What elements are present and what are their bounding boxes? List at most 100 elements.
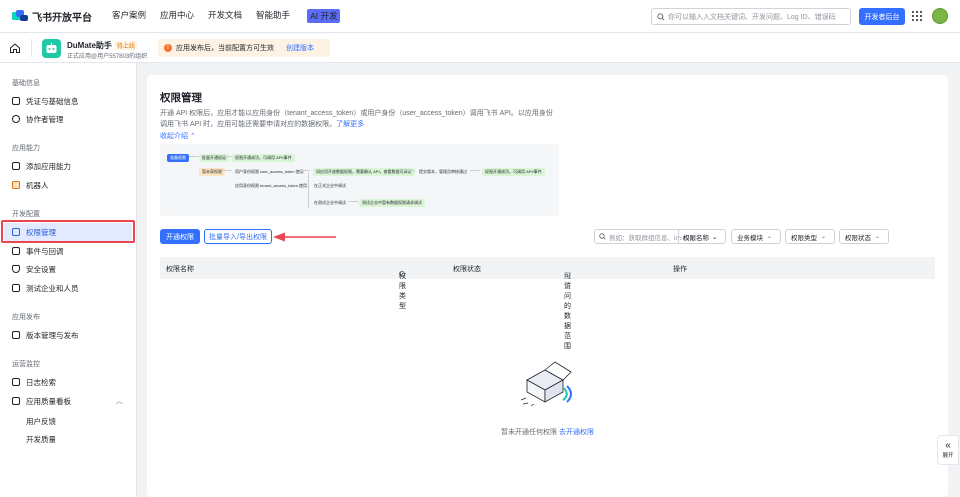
user-avatar[interactable] (932, 8, 948, 24)
bot-icon (12, 181, 20, 189)
global-search-input[interactable]: 你可以输入入文档关键词、开发问题、Log ID、错误码 (651, 8, 851, 25)
flow-edge (308, 173, 309, 208)
flow-node: 在测试企业中调试 (314, 200, 346, 205)
search-placeholder: 你可以输入入文档关键词、开发问题、Log ID、错误码 (668, 13, 836, 21)
sidebar-item-label: 事件与回调 (26, 246, 64, 256)
warning-icon: ! (164, 44, 172, 52)
sidebar-item-collaborators[interactable]: 协作者管理 (4, 110, 132, 128)
sidebar-item-label: 机器人 (26, 180, 49, 190)
collapse-intro-link[interactable]: 收起介绍 ⌃ (160, 131, 196, 141)
sidebar-item-bot[interactable]: 机器人 (4, 176, 132, 194)
empty-text: 暂未开通任何权限 (501, 429, 558, 436)
developer-console-button[interactable]: 开发者后台 (859, 8, 905, 25)
flow-node: 用户身份权限 user_access_token 使用 (235, 169, 304, 174)
sidebar-item-versions[interactable]: 版本管理与发布 (4, 326, 132, 344)
sidebar-item-label: 添加应用能力 (26, 161, 71, 171)
sidebar-item-security[interactable]: 安全设置 (4, 260, 132, 278)
status-badge: 待上线 (114, 41, 137, 50)
filter-label: 权限类型 (791, 234, 817, 242)
search-field-select[interactable]: 权限名称 ⌄ (678, 230, 725, 243)
app-robot-icon (42, 39, 61, 58)
nav-cases[interactable]: 客户案例 (112, 9, 146, 23)
flow-node: 提交版本，管理员审核通过 (419, 169, 467, 174)
flow-edge (405, 170, 415, 171)
chevron-down-icon: ⌄ (767, 234, 773, 240)
sidebar-group-release: 应用发布 (12, 314, 40, 321)
filter-business-module[interactable]: 业务模块 ⌄ (731, 229, 781, 244)
open-permission-button[interactable]: 开通权限 (160, 229, 200, 244)
filter-label: 权限状态 (845, 234, 871, 242)
grid-add-icon (12, 162, 20, 170)
sidebar-item-credentials[interactable]: 凭证与基础信息 (4, 92, 132, 110)
flow-node: 权限开通成功，可调用 API/事件 (482, 168, 545, 176)
expand-label: 展开 (942, 453, 954, 459)
flow-node: 测试企业中暂有数据权限请求调试 (359, 199, 425, 207)
search-icon (657, 12, 665, 21)
sidebar-item-label: 应用质量看板 (26, 396, 71, 406)
collapse-label: 收起介绍 (160, 133, 188, 140)
filter-permission-status[interactable]: 权限状态 ⌄ (839, 229, 889, 244)
home-icon[interactable] (9, 42, 21, 54)
page-description: 开通 API 权限后，应用才能以应用身份（tenant_access_token… (160, 108, 560, 130)
sidebar-item-add-ability[interactable]: 添加应用能力 (4, 157, 132, 175)
logo[interactable]: 飞书开放平台 (12, 9, 92, 24)
desc-line-1: 开通 API 权限后，应用才能以应用身份（tenant_access_token… (160, 110, 553, 117)
highlight-annotation-box (1, 220, 135, 243)
filter-permission-type[interactable]: 权限类型 ⌄ (785, 229, 835, 244)
sidebar-subitem-dev-quality[interactable]: 开发质量 (26, 434, 56, 445)
batch-import-export-button[interactable]: 批量导入/导出权限 (204, 229, 272, 244)
main-panel: 权限管理 开通 API 权限后，应用才能以应用身份（tenant_access_… (147, 75, 948, 497)
credentials-icon (12, 97, 20, 105)
filter-label: 业务模块 (737, 234, 763, 242)
sidebar-item-test-users[interactable]: 测试企业和人员 (4, 279, 132, 297)
divider (31, 39, 32, 57)
column-status: 权限状态 (453, 266, 481, 273)
column-name: 权限名称 (166, 266, 194, 273)
flow-node: 如应用开放数据权限，需要确认 API，查看数据可调试 (313, 168, 415, 176)
sidebar-group-dev: 开发配置 (12, 211, 40, 218)
create-version-link[interactable]: 创建版本 (286, 43, 314, 53)
sidebar-subitem-feedback[interactable]: 用户反馈 (26, 416, 56, 427)
column-actions: 操作 (673, 266, 687, 273)
flow-edge (189, 156, 199, 157)
nav-assistant[interactable]: 智能助手 AI 开发 (256, 9, 354, 23)
sidebar-item-events[interactable]: 事件与回调 (4, 242, 132, 260)
search-field-value: 权限名称 (683, 234, 709, 242)
flow-node: 权限开通成功，可调用 API/事件 (232, 154, 295, 162)
nav-app-center[interactable]: 应用中心 (160, 9, 194, 23)
log-icon (12, 378, 20, 386)
top-navbar: 飞书开放平台 客户案例 应用中心 开发文档 智能助手 AI 开发 你可以输入入文档… (0, 0, 960, 33)
event-icon (12, 247, 20, 255)
sidebar-item-label: 协作者管理 (26, 114, 64, 124)
double-chevron-left-icon: « (945, 440, 951, 451)
nav-docs[interactable]: 开发文档 (208, 9, 242, 23)
sidebar-item-logs[interactable]: 日志检索 (4, 373, 132, 391)
flow-edge (348, 201, 358, 202)
red-arrow-annotation (273, 232, 336, 242)
go-open-permission-link[interactable]: 去开通权限 (559, 429, 594, 436)
app-header: DuMate助手 待上线 正式应用@用户557803的组织 ! 应用发布后，当前配… (0, 33, 960, 63)
sidebar-group-ops: 运营监控 (12, 361, 40, 368)
column-type-label: 权限类型 (399, 273, 406, 310)
app-description: 正式应用@用户557803的组织 (67, 54, 148, 60)
sidebar-item-label: 测试企业和人员 (26, 283, 79, 293)
nav-assistant-label: 智能助手 (256, 10, 291, 21)
chevron-down-icon: ⌄ (821, 234, 827, 240)
chevron-down-icon: ⌄ (875, 234, 881, 240)
sidebar-group-ability: 应用能力 (12, 145, 40, 152)
empty-box-illustration (520, 361, 572, 407)
apps-grid-icon[interactable] (912, 11, 922, 21)
learn-more-link[interactable]: 了解更多 (336, 121, 364, 128)
sidebar-item-label: 日志检索 (26, 377, 56, 387)
chart-icon (12, 397, 20, 405)
help-icon[interactable] (399, 271, 405, 277)
search-icon (599, 233, 606, 240)
sidebar-item-quality[interactable]: 应用质量看板 (4, 392, 132, 410)
flow-node: 在正式企业中调试 (314, 183, 346, 188)
main-nav: 客户案例 应用中心 开发文档 智能助手 AI 开发 (112, 9, 368, 23)
expand-panel-button[interactable]: « 展开 (937, 435, 959, 465)
permission-search-input[interactable]: 例如：获取群组信息、im:cha... 权限名称 ⌄ (594, 229, 726, 244)
flow-node: 准备权限 (167, 154, 189, 162)
table-header: 权限名称 权限类型 权限状态 可访问的数据范围 配置 › 操作 (160, 257, 935, 350)
chevron-up-icon[interactable]: ︿ (116, 396, 123, 406)
